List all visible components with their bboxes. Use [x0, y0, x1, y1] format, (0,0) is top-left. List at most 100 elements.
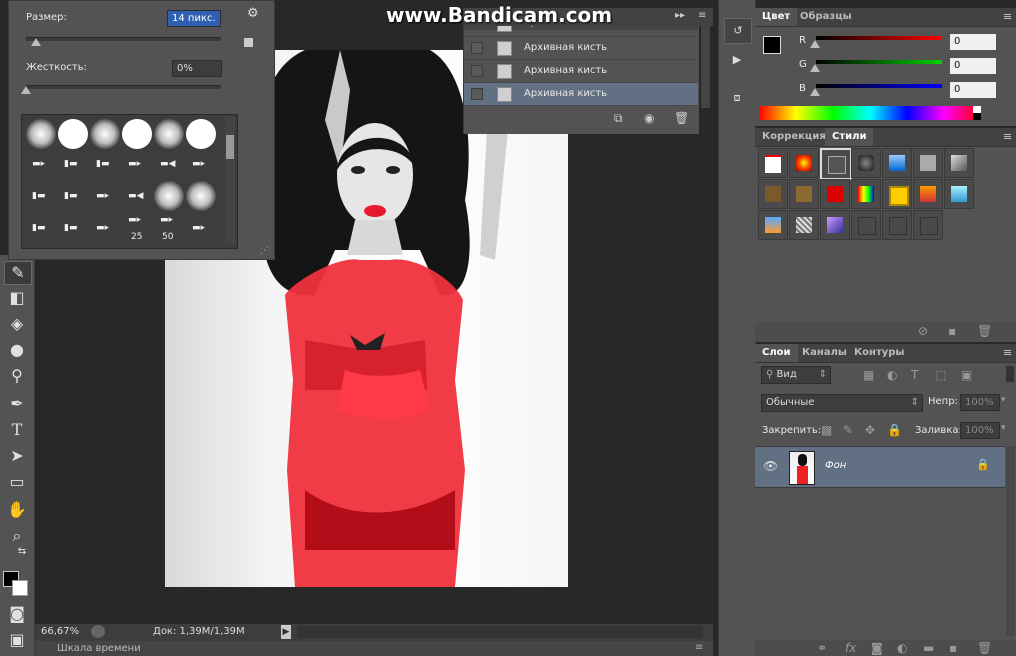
- tab-channels[interactable]: Каналы: [795, 344, 854, 362]
- style-swatch[interactable]: [789, 210, 819, 240]
- presets-scrollbar[interactable]: [225, 117, 235, 245]
- pen-tool-icon[interactable]: ✒: [4, 393, 30, 415]
- brush-preset-hard[interactable]: [58, 119, 88, 149]
- collapse-icon[interactable]: ▸▸: [675, 10, 685, 21]
- background-color-swatch[interactable]: [12, 580, 28, 596]
- green-slider-thumb[interactable]: [810, 64, 820, 72]
- style-swatch[interactable]: [820, 179, 850, 209]
- timeline-label[interactable]: Шкала времени: [57, 643, 141, 654]
- fx-icon[interactable]: fx: [845, 641, 856, 655]
- add-mask-icon[interactable]: ◙: [871, 641, 883, 655]
- zoom-tool-icon[interactable]: ⌕: [4, 525, 30, 547]
- chevron-down-icon[interactable]: ▾: [1001, 423, 1006, 433]
- panel-menu-icon[interactable]: ≡: [1003, 130, 1012, 143]
- style-swatch[interactable]: [851, 210, 881, 240]
- size-input[interactable]: 14 пикс.: [167, 10, 221, 27]
- style-swatch[interactable]: [913, 148, 943, 178]
- brush-preset-bristle[interactable]: ▬▸: [192, 159, 208, 169]
- style-swatch[interactable]: [851, 148, 881, 178]
- snapshot-checkbox[interactable]: [471, 88, 483, 100]
- brush-preset-soft[interactable]: [154, 119, 184, 149]
- fill-input[interactable]: 100%: [960, 422, 1000, 439]
- brush-preset-bristle[interactable]: ▬◀: [128, 191, 144, 201]
- layer-name[interactable]: Фон: [825, 460, 846, 471]
- filter-shape-icon[interactable]: ⬚: [935, 368, 946, 382]
- green-value-input[interactable]: 0: [950, 58, 996, 74]
- eye-visibility-icon[interactable]: 👁: [763, 459, 778, 473]
- snapshot-checkbox[interactable]: [471, 42, 483, 54]
- red-value-input[interactable]: 0: [950, 34, 996, 50]
- foreground-color-swatch[interactable]: [763, 36, 781, 54]
- blue-value-input[interactable]: 0: [950, 82, 996, 98]
- brush-presets-list[interactable]: ▬▸ ▮▬ ▮▬ ▬▸ ▬◀ ▬▸ ▮▬ ▮▬ ▬▸ ▬◀ ▮▬ ▮▬ ▬▸ ▬…: [21, 114, 238, 249]
- link-layers-icon[interactable]: ⚭: [817, 641, 827, 655]
- gear-icon[interactable]: ⚙: [247, 6, 259, 21]
- brush-preset-soft[interactable]: [90, 119, 120, 149]
- style-swatch[interactable]: [882, 210, 912, 240]
- zoom-level[interactable]: 66,67%: [41, 626, 79, 637]
- style-swatch[interactable]: [913, 210, 943, 240]
- black-swatch[interactable]: [973, 113, 981, 120]
- lock-all-icon[interactable]: 🔒: [887, 423, 902, 437]
- brush-preset-soft[interactable]: [26, 119, 56, 149]
- style-swatch[interactable]: [913, 179, 943, 209]
- paint-bucket-tool-icon[interactable]: ◈: [4, 313, 30, 335]
- brush-preset-bristle[interactable]: ▬◀: [160, 159, 176, 169]
- brush-preset-bristle[interactable]: ▬▸: [128, 215, 144, 225]
- new-group-icon[interactable]: ▬: [923, 641, 934, 655]
- presets-scrollbar-thumb[interactable]: [226, 135, 234, 159]
- filter-pixel-icon[interactable]: ▦: [863, 368, 874, 382]
- dodge-tool-icon[interactable]: ⚲: [4, 365, 30, 387]
- trash-icon[interactable]: 🗑: [674, 111, 689, 125]
- tab-styles[interactable]: Стили: [825, 128, 874, 146]
- brush-preset-bristle[interactable]: ▬▸: [128, 159, 144, 169]
- filter-type-icon[interactable]: T: [911, 368, 918, 382]
- hardness-input[interactable]: 0%: [172, 60, 222, 77]
- hardness-slider-track[interactable]: [26, 85, 221, 89]
- history-panel-icon[interactable]: ↺: [724, 18, 752, 44]
- filter-smart-object-icon[interactable]: ▣: [961, 368, 972, 382]
- screen-mode-icon[interactable]: ▣: [4, 629, 30, 651]
- hand-tool-icon[interactable]: ✋: [4, 499, 30, 521]
- style-swatch-selected[interactable]: [820, 148, 852, 180]
- brush-preset-bristle[interactable]: ▮▬: [64, 191, 80, 201]
- lock-transparency-icon[interactable]: ▩: [821, 423, 832, 437]
- brush-preset-bristle[interactable]: ▮▬: [96, 159, 112, 169]
- clear-style-icon[interactable]: ⊘: [918, 324, 928, 338]
- size-slider-thumb[interactable]: [30, 38, 41, 46]
- style-swatch[interactable]: [851, 179, 881, 209]
- tab-layers[interactable]: Слои: [755, 344, 798, 362]
- brush-preset-bristle[interactable]: ▮▬: [32, 191, 48, 201]
- panel-menu-icon[interactable]: ≡: [695, 642, 703, 653]
- trash-icon[interactable]: 🗑: [977, 641, 992, 655]
- layer-row-background[interactable]: 👁 Фон 🔒: [755, 446, 1005, 488]
- camera-icon[interactable]: ◉: [644, 111, 654, 125]
- resize-grip-icon[interactable]: ⋰: [260, 246, 269, 256]
- layer-filter-select[interactable]: ⚲ Вид ⇕: [761, 366, 831, 384]
- style-swatch[interactable]: [944, 148, 974, 178]
- filter-adjustment-icon[interactable]: ◐: [887, 368, 897, 382]
- swap-colors-icon[interactable]: ⇆: [14, 545, 30, 559]
- quick-mask-icon[interactable]: ◙: [4, 603, 30, 625]
- size-slider-track[interactable]: [26, 37, 221, 41]
- style-swatch[interactable]: [944, 179, 974, 209]
- style-swatch[interactable]: [882, 179, 912, 209]
- snapshot-checkbox[interactable]: [471, 65, 483, 77]
- adjustment-layer-icon[interactable]: ◐: [897, 641, 907, 655]
- tab-swatches[interactable]: Образцы: [793, 8, 859, 26]
- blur-tool-icon[interactable]: ●: [4, 339, 30, 361]
- history-item[interactable]: Архивная кисть: [464, 37, 698, 60]
- brush-preset-bristle[interactable]: ▬▸: [96, 223, 112, 233]
- brush-preset-bristle[interactable]: ▬▸: [192, 223, 208, 233]
- history-brush-tool-icon[interactable]: ✎: [4, 261, 32, 285]
- style-swatch[interactable]: [758, 210, 788, 240]
- hardness-slider-thumb[interactable]: [21, 86, 31, 94]
- tab-color[interactable]: Цвет: [755, 8, 798, 26]
- brush-preset-bristle[interactable]: ▮▬: [64, 223, 80, 233]
- brush-preset-soft[interactable]: [186, 181, 216, 211]
- style-swatch[interactable]: [789, 179, 819, 209]
- history-item-selected[interactable]: Архивная кисть: [464, 83, 698, 106]
- status-menu-arrow-icon[interactable]: ▶: [281, 625, 291, 639]
- panel-menu-icon[interactable]: ≡: [698, 10, 706, 21]
- history-item[interactable]: Архивная кисть: [464, 60, 698, 83]
